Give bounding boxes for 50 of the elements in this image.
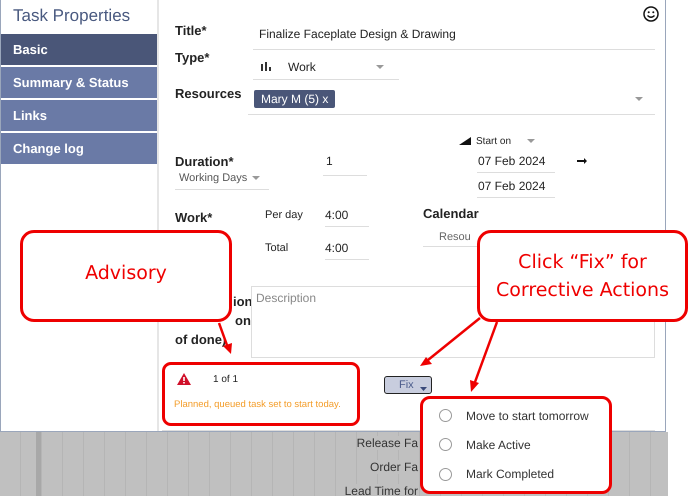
field-label: Resources bbox=[175, 86, 242, 101]
annotation-tooltip: Click “Fix” for Corrective Actions bbox=[477, 230, 688, 322]
sidebar-tab[interactable]: Change log bbox=[1, 133, 157, 164]
caret-icon bbox=[420, 387, 427, 391]
field-label: on bbox=[235, 313, 251, 329]
per-day-field[interactable]: 4:00 bbox=[325, 202, 369, 227]
warning-icon bbox=[177, 373, 191, 385]
field-label: ion bbox=[233, 294, 252, 310]
start-date-field[interactable]: 07 Feb 2024 bbox=[477, 148, 555, 173]
radio-button[interactable] bbox=[439, 468, 452, 481]
caret-icon bbox=[252, 176, 260, 180]
duration-field[interactable]: 1 bbox=[323, 154, 367, 176]
menu-option[interactable]: Mark Completed bbox=[423, 467, 609, 482]
field-label: Work* bbox=[175, 209, 214, 227]
title-field[interactable]: Finalize Faceplate Design & Drawing bbox=[253, 27, 655, 50]
sidebar-tab[interactable]: Summary & Status bbox=[1, 67, 157, 98]
field-label: Total bbox=[265, 242, 290, 254]
triangle-icon bbox=[459, 137, 471, 145]
menu-option[interactable]: Move to start tomorrow bbox=[423, 408, 609, 423]
date-mode-dropdown[interactable]: Start on bbox=[476, 136, 522, 146]
radio-button[interactable] bbox=[439, 409, 452, 422]
caret-icon bbox=[527, 139, 535, 143]
type-dropdown[interactable]: Work bbox=[253, 54, 399, 80]
arrow-right-icon bbox=[577, 158, 587, 164]
gantt-row-label: Order Fa bbox=[370, 460, 418, 474]
caret-icon bbox=[635, 97, 643, 101]
resources-field[interactable]: Mary M (5) x bbox=[248, 86, 655, 115]
field-label: Calendar bbox=[423, 206, 480, 221]
total-field[interactable]: 4:00 bbox=[325, 235, 369, 260]
unit-dropdown[interactable]: Working Days bbox=[175, 169, 269, 190]
resource-chip[interactable]: Mary M (5) x bbox=[254, 90, 336, 108]
sidebar-tab[interactable]: Basic bbox=[1, 34, 157, 65]
dialog-title: Task Properties bbox=[12, 5, 132, 27]
field-label: Type* bbox=[175, 50, 210, 65]
field-label: Title* bbox=[175, 23, 208, 38]
menu-option[interactable]: Make Active bbox=[423, 438, 609, 452]
sidebar-tab[interactable]: Links bbox=[1, 100, 157, 131]
fix-button[interactable]: Fix bbox=[384, 376, 432, 394]
field-label: Duration* bbox=[175, 154, 234, 169]
bar-chart-icon bbox=[261, 62, 272, 71]
advisory-message: Planned, queued task set to start today. bbox=[174, 399, 342, 410]
field-label: Per day bbox=[265, 208, 304, 220]
smiley-icon[interactable] bbox=[643, 6, 659, 22]
advisory-counter: 1 of 1 bbox=[213, 374, 238, 384]
gantt-row-label: Release Fa bbox=[356, 436, 418, 450]
caret-icon bbox=[376, 64, 384, 68]
end-date-field[interactable]: 07 Feb 2024 bbox=[477, 173, 555, 198]
radio-button[interactable] bbox=[439, 438, 452, 452]
annotation-tooltip: Advisory bbox=[20, 230, 232, 322]
gantt-row-label: Lead Time for bbox=[344, 484, 418, 496]
